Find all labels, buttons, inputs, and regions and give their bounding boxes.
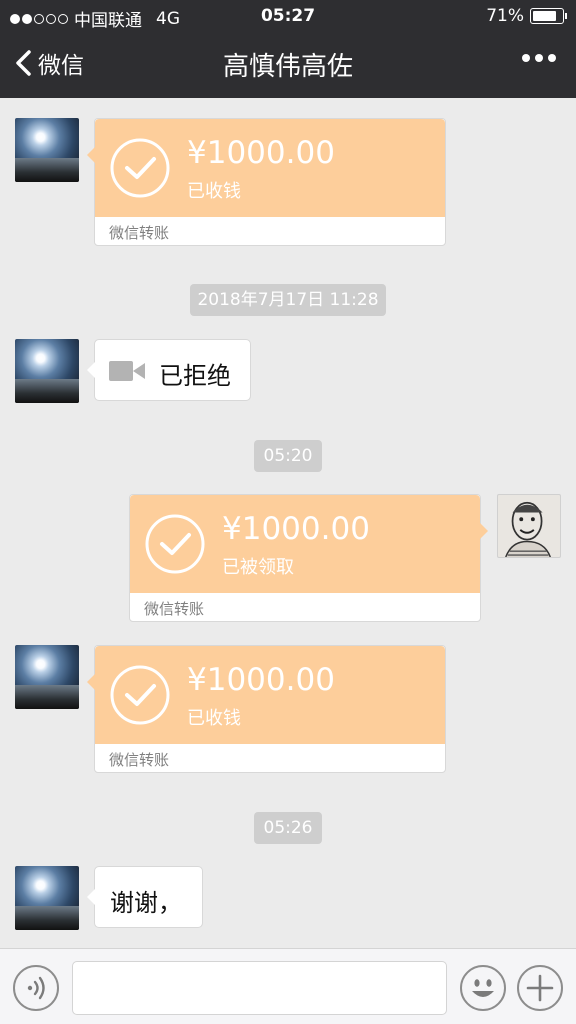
transfer-card[interactable]: ¥1000.00 已收钱 微信转账 <box>87 645 446 773</box>
more-options-icon[interactable] <box>522 54 556 62</box>
navigation-bar: 微信 高慎伟高佐 <box>0 32 576 98</box>
input-bar <box>0 948 576 1024</box>
chat-area[interactable]: ¥1000.00 已收钱 微信转账 2018年7月17日 11:28 已拒绝 0… <box>0 98 576 948</box>
video-call-bubble[interactable]: 已拒绝 <box>87 339 251 401</box>
battery-icon <box>530 8 567 24</box>
voice-input-button[interactable] <box>13 965 59 1011</box>
sketch-portrait-icon <box>505 501 551 557</box>
transfer-label: 微信转账 <box>109 751 170 769</box>
transfer-amount: ¥1000.00 <box>187 135 335 171</box>
check-circle-icon <box>110 665 170 725</box>
emoji-button[interactable] <box>460 965 506 1011</box>
chat-title: 高慎伟高佐 <box>222 52 353 82</box>
battery-percent: 71% <box>486 6 524 26</box>
check-circle-icon <box>145 514 205 574</box>
text-message-bubble[interactable]: 谢谢， <box>87 866 203 928</box>
top-bar: 中国联通 4G 05:27 71% 微信 高慎伟高佐 <box>0 0 576 98</box>
transfer-amount: ¥1000.00 <box>222 511 370 547</box>
transfer-label: 微信转账 <box>109 224 170 242</box>
contact-avatar[interactable] <box>15 118 79 182</box>
timestamp: 2018年7月17日 11:28 <box>190 284 386 316</box>
call-status-text: 已拒绝 <box>159 362 231 390</box>
plus-icon <box>526 974 554 1002</box>
check-circle-icon <box>110 138 170 198</box>
status-bar: 中国联通 4G 05:27 71% <box>0 0 576 32</box>
transfer-status: 已收钱 <box>187 708 241 729</box>
transfer-status: 已收钱 <box>187 181 241 202</box>
transfer-card[interactable]: ¥1000.00 已收钱 微信转账 <box>87 118 446 246</box>
voice-icon <box>27 976 45 1000</box>
smiley-icon <box>472 979 494 997</box>
message-input[interactable] <box>72 961 447 1015</box>
message-text: 谢谢， <box>110 889 182 917</box>
transfer-card[interactable]: ¥1000.00 已被领取 微信转账 <box>129 494 488 622</box>
contact-avatar[interactable] <box>15 866 79 930</box>
more-functions-button[interactable] <box>517 965 563 1011</box>
timestamp: 05:20 <box>254 440 322 472</box>
contact-avatar[interactable] <box>15 645 79 709</box>
transfer-label: 微信转账 <box>144 600 205 618</box>
my-avatar[interactable] <box>497 494 561 558</box>
transfer-amount: ¥1000.00 <box>187 662 335 698</box>
transfer-status: 已被领取 <box>222 557 294 578</box>
video-camera-icon <box>109 361 145 381</box>
timestamp: 05:26 <box>254 812 322 844</box>
contact-avatar[interactable] <box>15 339 79 403</box>
